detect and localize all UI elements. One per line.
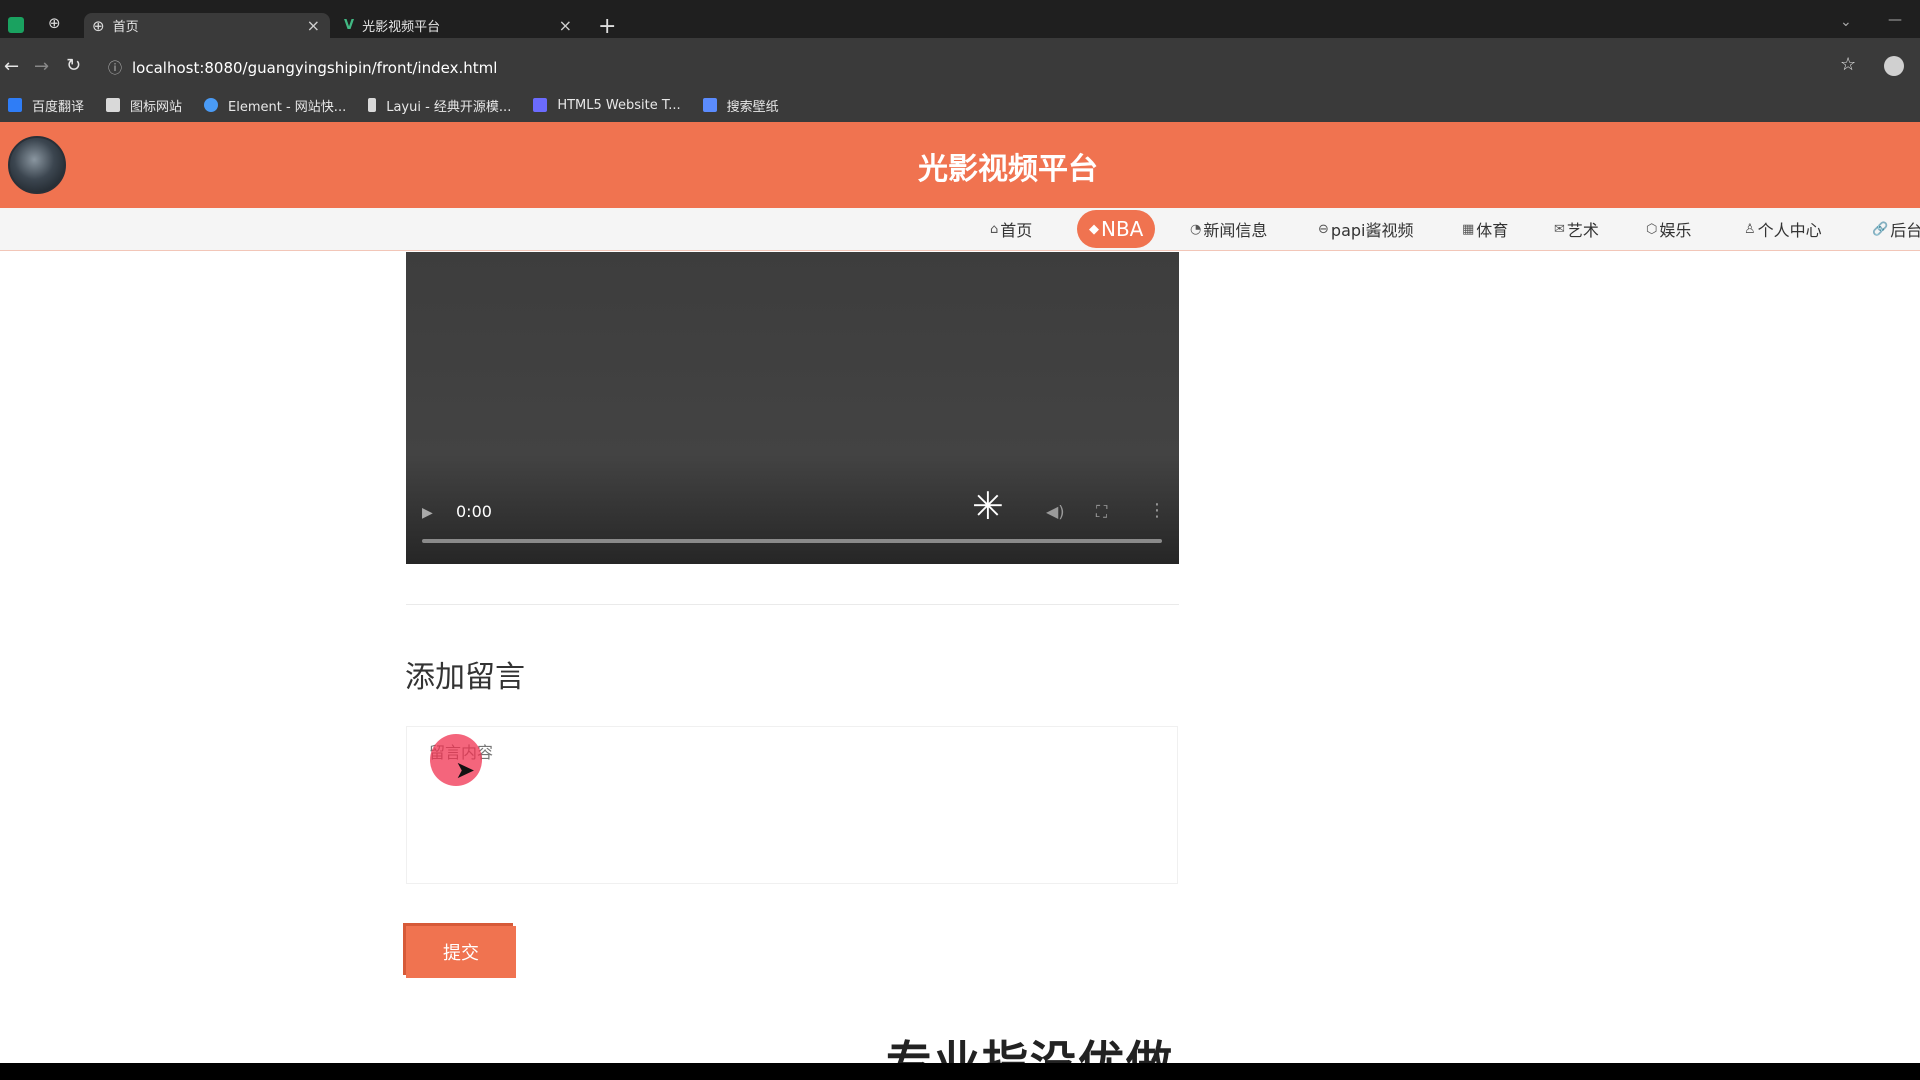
comment-input[interactable]: [406, 726, 1178, 884]
wallpaper-icon: [702, 98, 717, 112]
star-icon[interactable]: ☆: [1840, 54, 1856, 75]
reload-icon[interactable]: ↻: [66, 55, 81, 76]
browser-tab-bar: ⊕ ⊕ 首页 × V 光影视频平台 × + ⌄ —: [0, 0, 1920, 39]
bookmark-label: HTML5 Website T...: [557, 97, 681, 113]
gift-icon: ▦: [1462, 221, 1475, 237]
nav-item-art[interactable]: ✉ 艺术: [1554, 216, 1599, 242]
fullscreen-icon[interactable]: ⛶: [1096, 502, 1107, 522]
play-icon[interactable]: ▶: [422, 505, 433, 521]
nav-label: 后台: [1890, 221, 1920, 240]
bookmark-label: Layui - 经典开源模...: [386, 99, 512, 115]
bookmarks-bar: 百度翻译 图标网站 Element - 网站快... Layui - 经典开源模…: [0, 88, 1920, 122]
mail-icon: ✉: [1554, 221, 1565, 237]
nav-item-nba[interactable]: ◆ NBA: [1077, 210, 1156, 248]
close-icon[interactable]: ×: [559, 16, 572, 35]
loading-spinner-icon: ✳: [972, 484, 1004, 528]
bookmark-item[interactable]: Layui - 经典开源模...: [368, 96, 511, 115]
nav-item-home[interactable]: ⌂ 首页: [990, 216, 1032, 242]
address-text: localhost:8080/guangyingshipin/front/ind…: [132, 59, 498, 77]
cursor-icon: ➤: [455, 756, 476, 784]
cube-icon: ⬡: [1646, 221, 1658, 237]
tab-title: 首页: [112, 20, 139, 35]
printer-icon: ⊖: [1318, 221, 1329, 237]
layui-icon: [368, 98, 377, 112]
volume-icon[interactable]: ◀): [1046, 502, 1065, 521]
link-icon: 🔗: [1872, 221, 1889, 237]
nav-label: 艺术: [1566, 221, 1599, 240]
nav-item-news[interactable]: ◔ 新闻信息: [1190, 216, 1267, 242]
shield-icon: ◆: [1089, 221, 1099, 237]
bookmark-item[interactable]: 搜索壁纸: [702, 96, 779, 115]
video-time: 0:00: [456, 502, 492, 521]
section-divider: [406, 604, 1179, 605]
chevron-down-icon[interactable]: ⌄: [1840, 14, 1852, 30]
address-bar[interactable]: ⓘ localhost:8080/guangyingshipin/front/i…: [108, 54, 1828, 82]
tab-home[interactable]: ⊕ 首页 ×: [84, 13, 330, 38]
info-icon[interactable]: ⓘ: [108, 58, 122, 78]
site-header: 光影视频平台: [0, 122, 1920, 208]
nav-label: NBA: [1101, 217, 1144, 241]
nav-label: 娱乐: [1659, 221, 1692, 240]
nav-item-entertainment[interactable]: ⬡ 娱乐: [1646, 216, 1691, 242]
tab-title: 光影视频平台: [362, 20, 441, 35]
video-progress-bar[interactable]: [422, 539, 1162, 543]
nav-item-sports[interactable]: ▦ 体育: [1462, 216, 1508, 242]
bookmark-label: 搜索壁纸: [726, 99, 779, 115]
nav-label: 首页: [1000, 221, 1033, 240]
nav-item-admin[interactable]: 🔗 后台: [1872, 216, 1920, 242]
minimize-icon[interactable]: —: [1888, 12, 1902, 28]
bookmark-label: 百度翻译: [32, 99, 85, 115]
flag-icon: [106, 98, 121, 112]
forward-icon[interactable]: →: [34, 56, 49, 77]
nav-label: 个人中心: [1757, 221, 1822, 240]
tab-platform[interactable]: V 光影视频平台 ×: [334, 13, 582, 38]
nav-label: 新闻信息: [1203, 221, 1268, 240]
more-options-icon[interactable]: ⋮: [1148, 500, 1166, 521]
bookmark-item[interactable]: 百度翻译: [8, 96, 84, 115]
bookmark-label: 图标网站: [130, 99, 183, 115]
page-viewport: 光影视频平台 ⌂ 首页 ◆ NBA ◔ 新闻信息 ⊖ papi酱视频 ▦ 体育 ✉ 艺术 ⬡…: [0, 122, 1920, 1063]
section-heading: 专业指没优做: [886, 1036, 1174, 1063]
bookmark-item[interactable]: HTML5 Website T...: [533, 97, 681, 113]
nav-label: 体育: [1476, 221, 1509, 240]
profile-avatar[interactable]: [1884, 56, 1904, 76]
gauge-icon: ◔: [1190, 221, 1202, 237]
nav-item-papi[interactable]: ⊖ papi酱视频: [1318, 216, 1413, 242]
translate-icon: [8, 98, 22, 112]
new-tab-button[interactable]: +: [598, 14, 616, 39]
home-icon: ⌂: [990, 221, 999, 237]
bookmark-item[interactable]: 图标网站: [106, 96, 182, 115]
hexagon-icon: [204, 98, 219, 112]
globe-icon[interactable]: ⊕: [48, 14, 64, 32]
section-title: 添加留言: [405, 660, 525, 695]
bookmark-label: Element - 网站快...: [228, 99, 347, 115]
close-icon[interactable]: ×: [307, 16, 320, 35]
html5-icon: [533, 98, 548, 112]
back-icon[interactable]: ←: [4, 56, 19, 77]
bookmark-item[interactable]: Element - 网站快...: [204, 96, 346, 115]
nav-item-profile[interactable]: ♙ 个人中心: [1744, 216, 1822, 242]
site-title: 光影视频平台: [918, 152, 1098, 187]
main-nav: ⌂ 首页 ◆ NBA ◔ 新闻信息 ⊖ papi酱视频 ▦ 体育 ✉ 艺术 ⬡ 娱乐 ♙ 个人中…: [0, 208, 1920, 251]
nav-label: papi酱视频: [1330, 221, 1414, 240]
submit-button[interactable]: 提交: [406, 926, 516, 978]
globe-icon: ⊕: [92, 16, 105, 35]
sheets-app-icon[interactable]: [8, 17, 24, 33]
vue-icon: V: [344, 18, 355, 33]
video-player[interactable]: ▶ 0:00 ✳ ◀) ⛶ ⋮: [406, 252, 1179, 564]
user-icon: ♙: [1744, 221, 1756, 237]
